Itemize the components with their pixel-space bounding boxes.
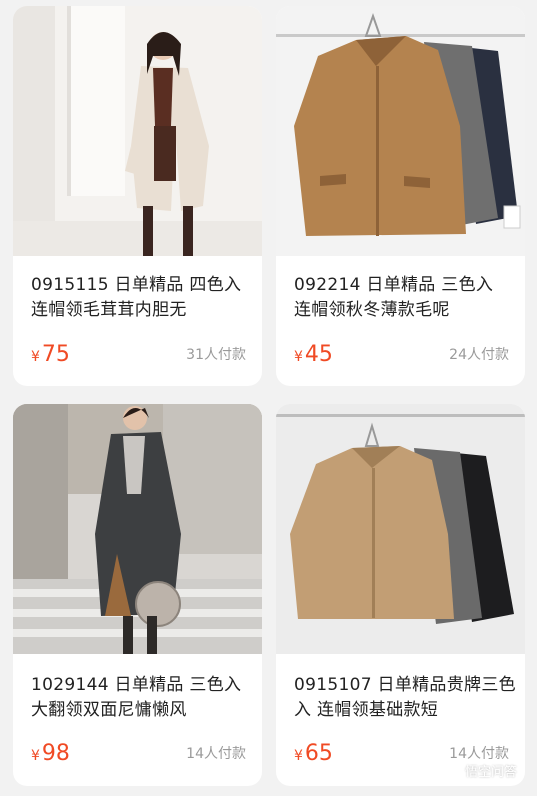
product-card[interactable]: 1029144 日单精品 三色入 大翻领双面尼慵懒风 ¥98 14人付款 [13, 404, 262, 786]
product-grid: 0915115 日单精品 四色入 连帽领毛茸茸内胆无 ¥75 31人付款 092… [0, 0, 537, 796]
product-card[interactable]: 092214 日单精品 三色入 连帽领秋冬薄款毛呢 ¥45 24人付款 [276, 6, 525, 386]
paid-count: 24人付款 [449, 347, 509, 363]
watermark-text: 悟空问答 [464, 765, 517, 780]
product-image[interactable] [276, 6, 525, 256]
paid-count: 31人付款 [186, 347, 246, 363]
currency-symbol: ¥ [31, 349, 40, 365]
product-image[interactable] [276, 404, 525, 654]
watermark: 悟空问答 [446, 763, 517, 782]
product-image[interactable] [13, 404, 262, 654]
product-price: ¥45 [294, 341, 333, 371]
product-title[interactable]: 092214 日单精品 三色入 连帽领秋冬薄款毛呢 [294, 273, 516, 323]
product-price: ¥75 [31, 341, 70, 371]
product-image[interactable] [13, 6, 262, 256]
product-title[interactable]: 0915115 日单精品 四色入 连帽领毛茸茸内胆无 [31, 273, 253, 323]
price-value: 98 [41, 741, 70, 766]
product-price: ¥65 [294, 740, 333, 770]
product-title[interactable]: 0915107 日单精品贵牌三色入 连帽领基础款短 [294, 673, 516, 723]
price-value: 65 [304, 741, 333, 766]
product-card[interactable]: 0915107 日单精品贵牌三色入 连帽领基础款短 ¥65 14人付款 悟空问答 [276, 404, 525, 786]
currency-symbol: ¥ [294, 349, 303, 365]
product-title[interactable]: 1029144 日单精品 三色入 大翻领双面尼慵懒风 [31, 673, 253, 723]
price-value: 45 [304, 342, 333, 367]
product-card[interactable]: 0915115 日单精品 四色入 连帽领毛茸茸内胆无 ¥75 31人付款 [13, 6, 262, 386]
paid-count: 14人付款 [186, 746, 246, 762]
currency-symbol: ¥ [31, 748, 40, 764]
speech-bubble-icon [446, 763, 462, 778]
currency-symbol: ¥ [294, 748, 303, 764]
product-price: ¥98 [31, 740, 70, 770]
price-value: 75 [41, 342, 70, 367]
paid-count: 14人付款 [449, 746, 509, 762]
